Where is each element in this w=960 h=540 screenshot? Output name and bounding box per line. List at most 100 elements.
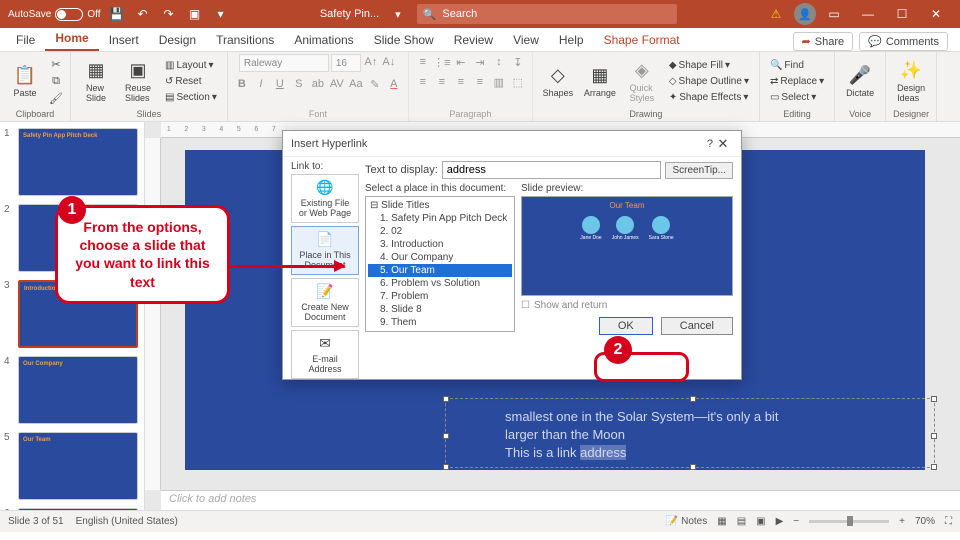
email-address-button[interactable]: ✉E-mail Address xyxy=(291,330,359,379)
tab-file[interactable]: File xyxy=(6,29,45,51)
view-sorter-icon[interactable]: ▤ xyxy=(737,516,746,527)
existing-file-button[interactable]: 🌐Existing File or Web Page xyxy=(291,174,359,223)
dictate-button[interactable]: 🎤Dictate xyxy=(841,56,879,108)
reset-button[interactable]: ↺ Reset xyxy=(161,74,221,89)
increase-font-icon[interactable]: A↑ xyxy=(363,54,379,70)
search-input[interactable]: 🔍 Search xyxy=(417,4,677,24)
slideshow-quick-icon[interactable]: ▣ xyxy=(185,4,205,24)
ok-button[interactable]: OK xyxy=(599,317,653,335)
tab-design[interactable]: Design xyxy=(149,29,206,51)
slide-tree[interactable]: ⊟ Slide Titles 1. Safety Pin App Pitch D… xyxy=(365,196,515,332)
select-button[interactable]: ▭ Select ▾ xyxy=(766,90,828,105)
shape-fill-button[interactable]: ◆ Shape Fill ▾ xyxy=(665,58,753,73)
tree-item-3[interactable]: 3. Introduction xyxy=(368,238,512,251)
align-left-icon[interactable]: ≡ xyxy=(415,74,431,90)
text-to-display-input[interactable] xyxy=(442,161,662,179)
tree-item-1[interactable]: 1. Safety Pin App Pitch Deck xyxy=(368,212,512,225)
thumbnail-1[interactable]: Safety Pin App Pitch Deck xyxy=(18,128,138,196)
zoom-out-icon[interactable]: − xyxy=(793,516,799,527)
align-center-icon[interactable]: ≡ xyxy=(434,74,450,90)
maximize-icon[interactable]: ☐ xyxy=(886,4,918,24)
smartart-icon[interactable]: ⬚ xyxy=(510,74,526,90)
notes-toggle[interactable]: 📝 Notes xyxy=(666,516,707,527)
view-slideshow-icon[interactable]: ▶ xyxy=(776,516,784,527)
thumbnail-4[interactable]: Our Company xyxy=(18,356,138,424)
copy-icon[interactable]: ⧉ xyxy=(48,74,64,90)
paste-button[interactable]: 📋Paste xyxy=(6,56,44,108)
tree-item-4[interactable]: 4. Our Company xyxy=(368,251,512,264)
tree-item-8[interactable]: 8. Slide 8 xyxy=(368,303,512,316)
find-button[interactable]: 🔍 Find xyxy=(766,58,828,73)
highlight-icon[interactable]: ✎ xyxy=(367,76,383,92)
replace-button[interactable]: ⇄ Replace ▾ xyxy=(766,74,828,89)
tab-shape-format[interactable]: Shape Format xyxy=(594,29,690,51)
numbering-icon[interactable]: ⋮≡ xyxy=(434,54,450,70)
tree-item-7[interactable]: 7. Problem xyxy=(368,290,512,303)
spacing-icon[interactable]: AV xyxy=(329,76,345,92)
screentip-button[interactable]: ScreenTip... xyxy=(665,162,733,179)
tree-item-2[interactable]: 2. 02 xyxy=(368,225,512,238)
font-name-select[interactable]: Raleway xyxy=(239,54,329,72)
shadow-icon[interactable]: ab xyxy=(310,76,326,92)
new-slide-button[interactable]: ▦New Slide xyxy=(77,56,115,108)
show-return-checkbox[interactable]: ☐Show and return xyxy=(521,300,733,311)
qat-more-icon[interactable]: ▾ xyxy=(211,4,231,24)
tab-animations[interactable]: Animations xyxy=(284,29,363,51)
create-new-button[interactable]: 📝Create New Document xyxy=(291,278,359,327)
tree-root[interactable]: ⊟ Slide Titles xyxy=(368,199,512,212)
autosave-toggle[interactable]: AutoSave Off xyxy=(8,8,101,21)
tab-help[interactable]: Help xyxy=(549,29,594,51)
share-button[interactable]: ➦Share xyxy=(793,32,854,51)
tab-view[interactable]: View xyxy=(503,29,549,51)
tab-home[interactable]: Home xyxy=(45,27,98,51)
layout-button[interactable]: ▥ Layout ▾ xyxy=(161,58,221,73)
minimize-icon[interactable]: — xyxy=(852,4,884,24)
notes-pane[interactable]: Click to add notes xyxy=(161,490,960,510)
align-right-icon[interactable]: ≡ xyxy=(453,74,469,90)
save-icon[interactable]: 💾 xyxy=(107,4,127,24)
cancel-button[interactable]: Cancel xyxy=(661,317,733,335)
font-size-select[interactable]: 16 xyxy=(331,54,361,72)
tab-transitions[interactable]: Transitions xyxy=(206,29,284,51)
zoom-level[interactable]: 70% xyxy=(915,516,935,527)
zoom-in-icon[interactable]: + xyxy=(899,516,905,527)
ribbon-display-icon[interactable]: ▭ xyxy=(824,4,844,24)
zoom-slider[interactable] xyxy=(809,520,889,523)
tree-item-6[interactable]: 6. Problem vs Solution xyxy=(368,277,512,290)
tree-item-5[interactable]: 5. Our Team xyxy=(368,264,512,277)
indent-inc-icon[interactable]: ⇥ xyxy=(472,54,488,70)
strike-icon[interactable]: S xyxy=(291,76,307,92)
font-color-icon[interactable]: A xyxy=(386,76,402,92)
cut-icon[interactable]: ✂ xyxy=(48,57,64,73)
italic-icon[interactable]: I xyxy=(253,76,269,92)
view-normal-icon[interactable]: ▦ xyxy=(717,516,726,527)
undo-icon[interactable]: ↶ xyxy=(133,4,153,24)
arrange-button[interactable]: ▦Arrange xyxy=(581,56,619,108)
section-button[interactable]: ▤ Section ▾ xyxy=(161,90,221,105)
language-label[interactable]: English (United States) xyxy=(76,516,178,527)
thumbnail-6[interactable] xyxy=(18,508,138,510)
shapes-button[interactable]: ◇Shapes xyxy=(539,56,577,108)
bold-icon[interactable]: B xyxy=(234,76,250,92)
quick-styles-button[interactable]: ◈Quick Styles xyxy=(623,56,661,108)
tree-item-9[interactable]: 9. Them xyxy=(368,316,512,329)
bullets-icon[interactable]: ≡ xyxy=(415,54,431,70)
warning-icon[interactable]: ⚠ xyxy=(766,4,786,24)
tab-insert[interactable]: Insert xyxy=(99,29,149,51)
dialog-close-icon[interactable]: ✕ xyxy=(713,136,733,152)
text-direction-icon[interactable]: ↧ xyxy=(510,54,526,70)
fit-slide-icon[interactable]: ⛶ xyxy=(945,516,952,527)
line-spacing-icon[interactable]: ↕ xyxy=(491,54,507,70)
thumbnail-5[interactable]: Our Team xyxy=(18,432,138,500)
user-avatar[interactable]: 👤 xyxy=(794,3,816,25)
reuse-slides-button[interactable]: ▣Reuse Slides xyxy=(119,56,157,108)
design-ideas-button[interactable]: ✨Design Ideas xyxy=(892,56,930,108)
shape-outline-button[interactable]: ◇ Shape Outline ▾ xyxy=(665,74,753,89)
columns-icon[interactable]: ▥ xyxy=(491,74,507,90)
indent-dec-icon[interactable]: ⇤ xyxy=(453,54,469,70)
format-painter-icon[interactable]: 🖌 xyxy=(48,91,64,107)
tab-review[interactable]: Review xyxy=(444,29,503,51)
shape-effects-button[interactable]: ✦ Shape Effects ▾ xyxy=(665,90,753,105)
case-icon[interactable]: Aa xyxy=(348,76,364,92)
view-reading-icon[interactable]: ▣ xyxy=(756,516,765,527)
